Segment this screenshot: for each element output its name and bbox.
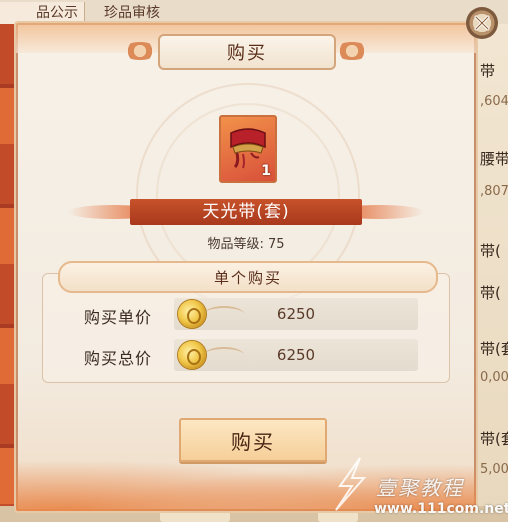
dialog-title: 购买	[227, 43, 267, 64]
background-item-name: 腰带	[480, 150, 508, 168]
buy-button[interactable]: 购买	[179, 418, 327, 462]
gold-coin-icon	[178, 341, 206, 369]
item-name-banner: 天光带(套)	[68, 197, 424, 227]
purchase-dialog: 购买 1 天光带(套) 物品等级: 75 单个购买 购买单价 6250 购买总价	[14, 21, 478, 513]
close-button[interactable]	[466, 7, 498, 39]
background-item-name: 带(套	[480, 430, 508, 448]
item-name: 天光带(套)	[202, 202, 290, 222]
buy-button-label: 购买	[231, 429, 275, 454]
background-item-price: 0,00	[480, 370, 508, 385]
watermark-url: www.111com.net	[374, 501, 508, 517]
close-icon	[474, 15, 490, 31]
coin-tail-decoration	[204, 306, 244, 322]
unit-price-field: 6250	[174, 298, 418, 330]
background-item-name: 带(套	[480, 340, 508, 358]
background-item-name: 带(	[480, 242, 501, 260]
gold-coin-icon	[178, 300, 206, 328]
unit-price-row: 购买单价 6250	[56, 298, 426, 332]
watermark-logo-icon	[335, 457, 367, 511]
watermark: 壹聚教程 www.111com.net	[326, 452, 508, 522]
unit-price-label: 购买单价	[84, 308, 153, 327]
total-price-field: 6250	[174, 339, 418, 371]
watermark-text: 壹聚教程	[376, 476, 464, 500]
item-level: 物品等级: 75	[207, 237, 285, 252]
panel-header: 单个购买	[58, 261, 438, 293]
item-count: 1	[261, 163, 271, 179]
background-item-price: ,604	[480, 94, 508, 109]
panel-header-label: 单个购买	[213, 268, 282, 287]
background-item-name: 带(	[480, 284, 501, 302]
dialog-title-bar: 购买	[158, 34, 336, 70]
coin-tail-decoration	[204, 347, 244, 363]
background-item-name: 带	[480, 62, 496, 80]
total-price-row: 购买总价 6250	[56, 339, 426, 373]
title-ornament-left	[122, 42, 158, 60]
total-price-label: 购买总价	[84, 349, 153, 368]
item-slot[interactable]: 1	[219, 115, 277, 183]
background-item-price: ,807	[480, 184, 508, 199]
title-ornament-right	[334, 42, 370, 60]
